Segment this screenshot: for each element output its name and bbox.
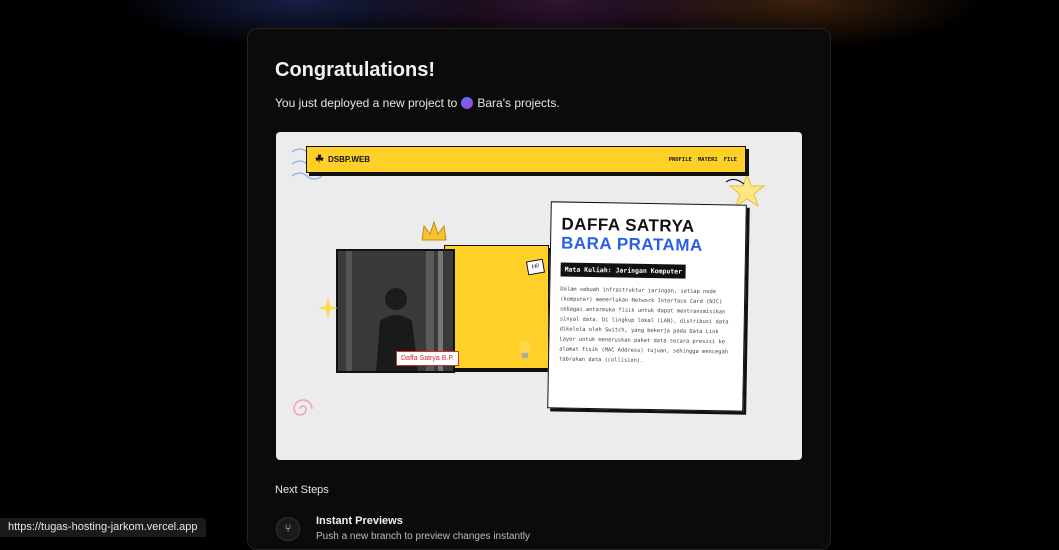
crown-icon <box>421 220 447 241</box>
preview-nav-file: FILE <box>723 156 737 163</box>
team-avatar <box>461 97 474 109</box>
link-status-bar: https://tugas-hosting-jarkom.vercel.app <box>0 518 206 537</box>
hi-speech-bubble: Hi! <box>525 258 546 276</box>
team-name-link[interactable]: Bara's projects. <box>477 96 559 110</box>
preview-brand: ☘ DSBP.WEB <box>315 154 370 165</box>
profile-description: Dalam sebuah infrastruktur jaringan, set… <box>559 286 729 364</box>
page-title: Congratulations! <box>275 59 435 81</box>
profile-name-line2: BARA PRATAMA <box>560 233 703 255</box>
preview-navbar: ☘ DSBP.WEB PROFILE MATERI FILE <box>306 146 746 173</box>
preview-nav-links: PROFILE MATERI FILE <box>669 157 737 163</box>
sparkle-icon <box>318 297 338 319</box>
step-instant-previews-title[interactable]: Instant Previews <box>316 515 403 527</box>
next-steps-heading: Next Steps <box>275 484 329 496</box>
preview-nav-profile: PROFILE <box>668 156 692 163</box>
preview-nav-materi: MATERI <box>697 156 718 163</box>
deployment-preview[interactable]: ☘ DSBP.WEB PROFILE MATERI FILE Daffa Sat… <box>276 132 802 460</box>
spiral-doodle <box>293 399 313 416</box>
git-branch-icon: ⑂ <box>276 517 300 541</box>
course-label: Mata Kuliah: Jaringan Komputer <box>560 262 687 279</box>
deploy-subtitle: You just deployed a new project to Bara'… <box>275 96 560 110</box>
preview-brand-label: DSBP.WEB <box>327 155 371 164</box>
network-icon: ☘ <box>315 154 324 165</box>
profile-info-card: DAFFA SATRYA BARA PRATAMA Mata Kuliah: J… <box>547 201 747 412</box>
lightbulb-icon <box>519 341 531 358</box>
photo-caption: Daffa Satrya B.P. <box>396 351 460 366</box>
deploy-success-card: Congratulations! You just deployed a new… <box>247 28 831 550</box>
subtitle-text: You just deployed a new project to <box>275 96 458 110</box>
